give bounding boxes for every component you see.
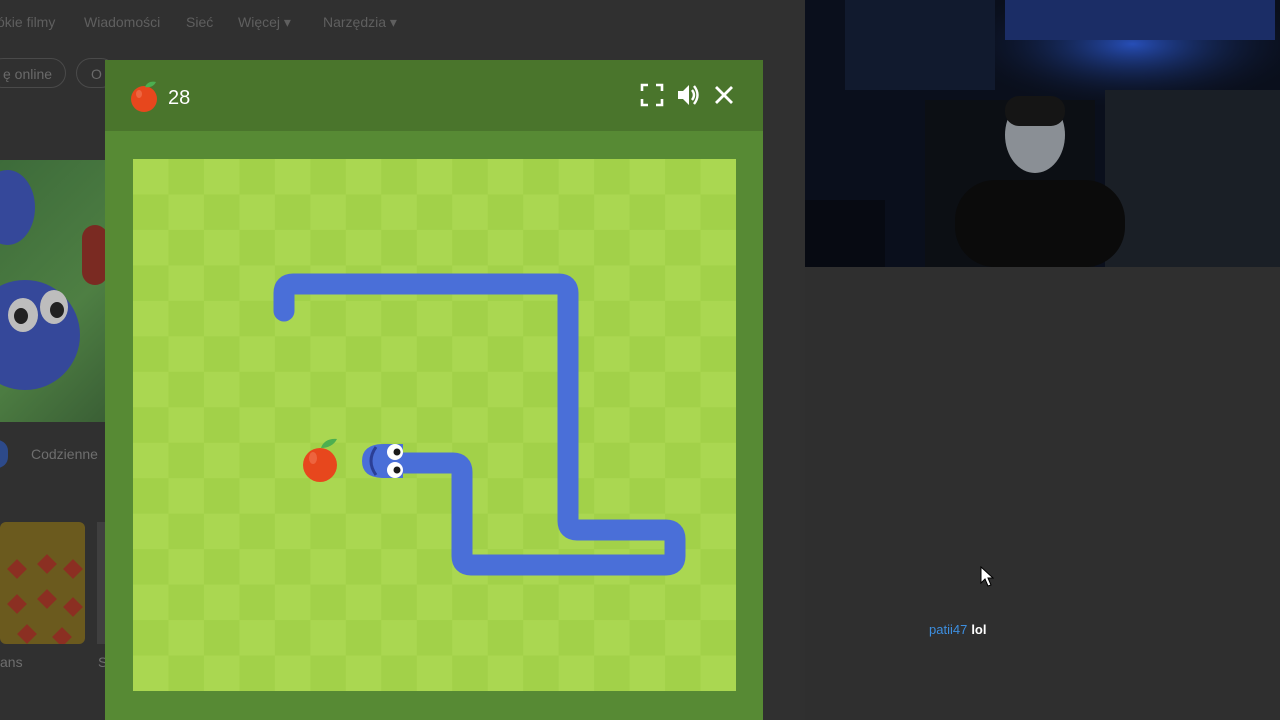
game-thumbnail[interactable] <box>0 522 85 644</box>
game-board[interactable] <box>133 159 736 691</box>
nav-item-web[interactable]: Sieć <box>186 14 213 30</box>
score-counter: 28 <box>168 87 191 109</box>
daily-label[interactable]: Codzienne <box>31 446 98 462</box>
nav-item-tools[interactable]: Narzędzia ▾ <box>323 14 397 31</box>
nav-item-news[interactable]: Wiadomości <box>84 14 160 30</box>
snake-head <box>362 444 403 478</box>
close-icon[interactable] <box>711 82 737 108</box>
webcam-feed <box>805 0 1280 267</box>
speaker-icon[interactable] <box>675 82 701 108</box>
chat-text: lol <box>971 622 987 637</box>
apple-icon <box>131 81 157 112</box>
nav-item-movies[interactable]: ókie filmy <box>0 14 55 30</box>
mouse-cursor-icon <box>980 566 994 587</box>
webcam-image <box>805 0 1280 267</box>
hero-image <box>0 160 105 422</box>
game-header: 28 <box>105 60 763 131</box>
chat-username[interactable]: patii47 <box>929 622 967 637</box>
snake-game: 28 <box>105 60 763 720</box>
chip-online[interactable]: ę online <box>0 58 66 88</box>
card-caption: ans <box>0 654 23 670</box>
nav-item-more[interactable]: Więcej ▾ <box>238 14 291 31</box>
chat-message: patii47 lol <box>929 622 986 637</box>
fullscreen-icon[interactable] <box>639 82 665 108</box>
avatar <box>0 440 8 468</box>
